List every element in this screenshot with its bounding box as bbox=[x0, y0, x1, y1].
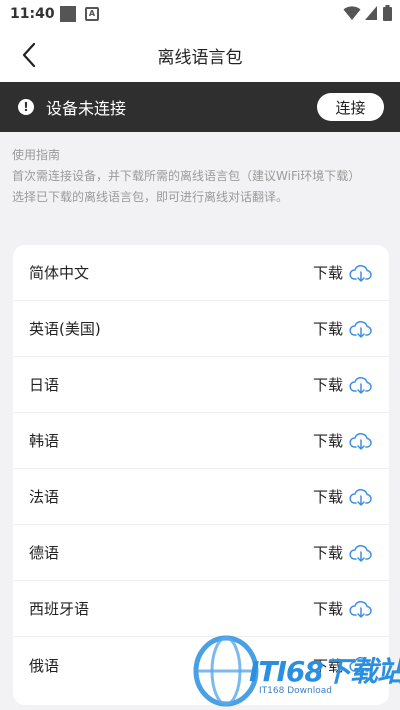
signal-icon bbox=[365, 6, 377, 20]
watermark-brand: ITI68下载站 bbox=[249, 655, 400, 688]
download-button[interactable]: 下载 bbox=[313, 430, 373, 451]
download-label: 下载 bbox=[312, 264, 343, 282]
guide-step-2: 选择已下载的离线语言包，即可进行离线对话翻译。 bbox=[12, 190, 289, 204]
language-name: 西班牙语 bbox=[29, 600, 90, 618]
language-name: 德语 bbox=[29, 544, 60, 562]
language-name: 日语 bbox=[29, 376, 60, 394]
language-name: 法语 bbox=[29, 488, 60, 506]
language-name: 英语(美国) bbox=[29, 320, 101, 338]
download-button[interactable]: 下载 bbox=[313, 598, 373, 619]
alert-icon: ! bbox=[18, 99, 34, 115]
usage-guide: 使用指南 首次需连接设备，并下载所需的离线语言包（建议WiFi环境下载） 选择已… bbox=[12, 146, 388, 209]
list-item-german[interactable]: 德语 下载 bbox=[13, 525, 389, 581]
guide-heading: 使用指南 bbox=[12, 148, 61, 162]
cloud-download-icon bbox=[349, 544, 372, 562]
list-item-simplified-chinese[interactable]: 简体中文 下载 bbox=[13, 245, 389, 301]
list-item-japanese[interactable]: 日语 下载 bbox=[13, 357, 389, 413]
app-header: 离线语言包 bbox=[0, 28, 400, 82]
back-button[interactable] bbox=[14, 40, 44, 70]
download-label: 下载 bbox=[312, 488, 343, 506]
status-icons bbox=[343, 5, 392, 21]
guide-step-1: 首次需连接设备，并下载所需的离线语言包（建议WiFi环境下载） bbox=[12, 169, 361, 183]
notification-square-icon bbox=[60, 6, 76, 22]
cloud-download-icon bbox=[349, 264, 372, 282]
cloud-download-icon bbox=[349, 320, 372, 338]
wifi-icon bbox=[343, 6, 361, 20]
download-label: 下载 bbox=[312, 376, 343, 394]
cloud-download-icon bbox=[349, 488, 372, 506]
cloud-download-icon bbox=[349, 376, 372, 394]
list-item-korean[interactable]: 韩语 下载 bbox=[13, 413, 389, 469]
download-button[interactable]: 下载 bbox=[313, 262, 373, 283]
chevron-left-icon bbox=[22, 42, 36, 68]
list-item-french[interactable]: 法语 下载 bbox=[13, 469, 389, 525]
cloud-download-icon bbox=[349, 600, 372, 618]
download-button[interactable]: 下载 bbox=[313, 374, 373, 395]
download-label: 下载 bbox=[312, 600, 343, 618]
watermark-subtitle: IT168 Download bbox=[259, 686, 332, 696]
download-button[interactable]: 下载 bbox=[313, 318, 373, 339]
connection-banner: ! 设备未连接 连接 bbox=[0, 82, 400, 132]
language-name: 韩语 bbox=[29, 432, 60, 450]
download-label: 下载 bbox=[312, 544, 343, 562]
battery-icon bbox=[383, 5, 392, 21]
language-name: 俄语 bbox=[29, 656, 60, 675]
download-button[interactable]: 下载 bbox=[313, 542, 373, 563]
connect-button[interactable]: 连接 bbox=[317, 93, 384, 121]
list-item-spanish[interactable]: 西班牙语 下载 bbox=[13, 581, 389, 637]
status-time: 11:40 bbox=[10, 6, 55, 22]
connection-status-text: 设备未连接 bbox=[46, 99, 127, 118]
watermark-logo: ITI68下载站 IT168 Download bbox=[192, 634, 400, 708]
download-button[interactable]: 下载 bbox=[313, 486, 373, 507]
language-name: 简体中文 bbox=[29, 264, 90, 282]
download-label: 下载 bbox=[312, 320, 343, 338]
notification-a-icon: A bbox=[85, 7, 99, 21]
status-bar: 11:40 A bbox=[0, 0, 400, 28]
list-item-english-us[interactable]: 英语(美国) 下载 bbox=[13, 301, 389, 357]
page-title: 离线语言包 bbox=[157, 47, 243, 68]
cloud-download-icon bbox=[349, 432, 372, 450]
download-label: 下载 bbox=[312, 432, 343, 450]
